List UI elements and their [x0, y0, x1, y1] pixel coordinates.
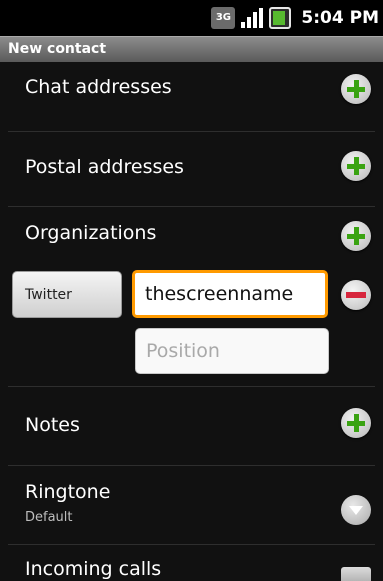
- incoming-calls-row[interactable]: Incoming calls: [0, 548, 383, 581]
- incoming-calls-checkbox[interactable]: [341, 567, 371, 581]
- divider: [8, 131, 375, 132]
- organization-type-button[interactable]: Twitter: [12, 271, 122, 318]
- organizations-label: Organizations: [25, 222, 157, 244]
- chat-addresses-label: Chat addresses: [25, 76, 172, 98]
- status-bar: 3G 5:04 PM: [0, 0, 383, 36]
- remove-organization-button[interactable]: [341, 280, 371, 310]
- company-field[interactable]: thescreenname: [132, 270, 328, 318]
- battery-icon: [269, 7, 292, 29]
- chevron-down-icon: [349, 506, 363, 515]
- ringtone-value: Default: [25, 510, 73, 525]
- divider: [8, 206, 375, 207]
- plus-icon: [347, 157, 365, 175]
- status-time: 5:04 PM: [301, 8, 379, 28]
- incoming-calls-label: Incoming calls: [25, 558, 162, 580]
- page-title: New contact: [0, 36, 383, 62]
- divider: [8, 465, 375, 466]
- plus-icon: [347, 414, 365, 432]
- position-field[interactable]: Position: [135, 328, 329, 374]
- postal-addresses-label: Postal addresses: [25, 156, 184, 178]
- add-organization-button[interactable]: [341, 221, 371, 251]
- ringtone-row[interactable]: Ringtone Default: [0, 468, 383, 536]
- plus-icon: [347, 227, 365, 245]
- ringtone-label: Ringtone: [25, 481, 111, 503]
- contact-form[interactable]: Chat addresses Postal addresses Organiza…: [0, 62, 383, 581]
- organizations-row[interactable]: Organizations: [0, 210, 383, 262]
- notes-row[interactable]: Notes: [0, 390, 383, 462]
- postal-addresses-row[interactable]: Postal addresses: [0, 134, 383, 202]
- ringtone-dropdown-button[interactable]: [341, 495, 371, 525]
- notes-label: Notes: [25, 414, 80, 436]
- divider: [8, 544, 375, 545]
- add-chat-address-button[interactable]: [341, 74, 371, 104]
- plus-icon: [347, 80, 365, 98]
- divider: [8, 386, 375, 387]
- add-notes-button[interactable]: [341, 408, 371, 438]
- network-3g-icon: 3G: [211, 7, 236, 29]
- chat-addresses-row[interactable]: Chat addresses: [0, 62, 383, 126]
- add-postal-address-button[interactable]: [341, 151, 371, 181]
- signal-strength-icon: [241, 7, 264, 29]
- minus-icon: [346, 292, 366, 298]
